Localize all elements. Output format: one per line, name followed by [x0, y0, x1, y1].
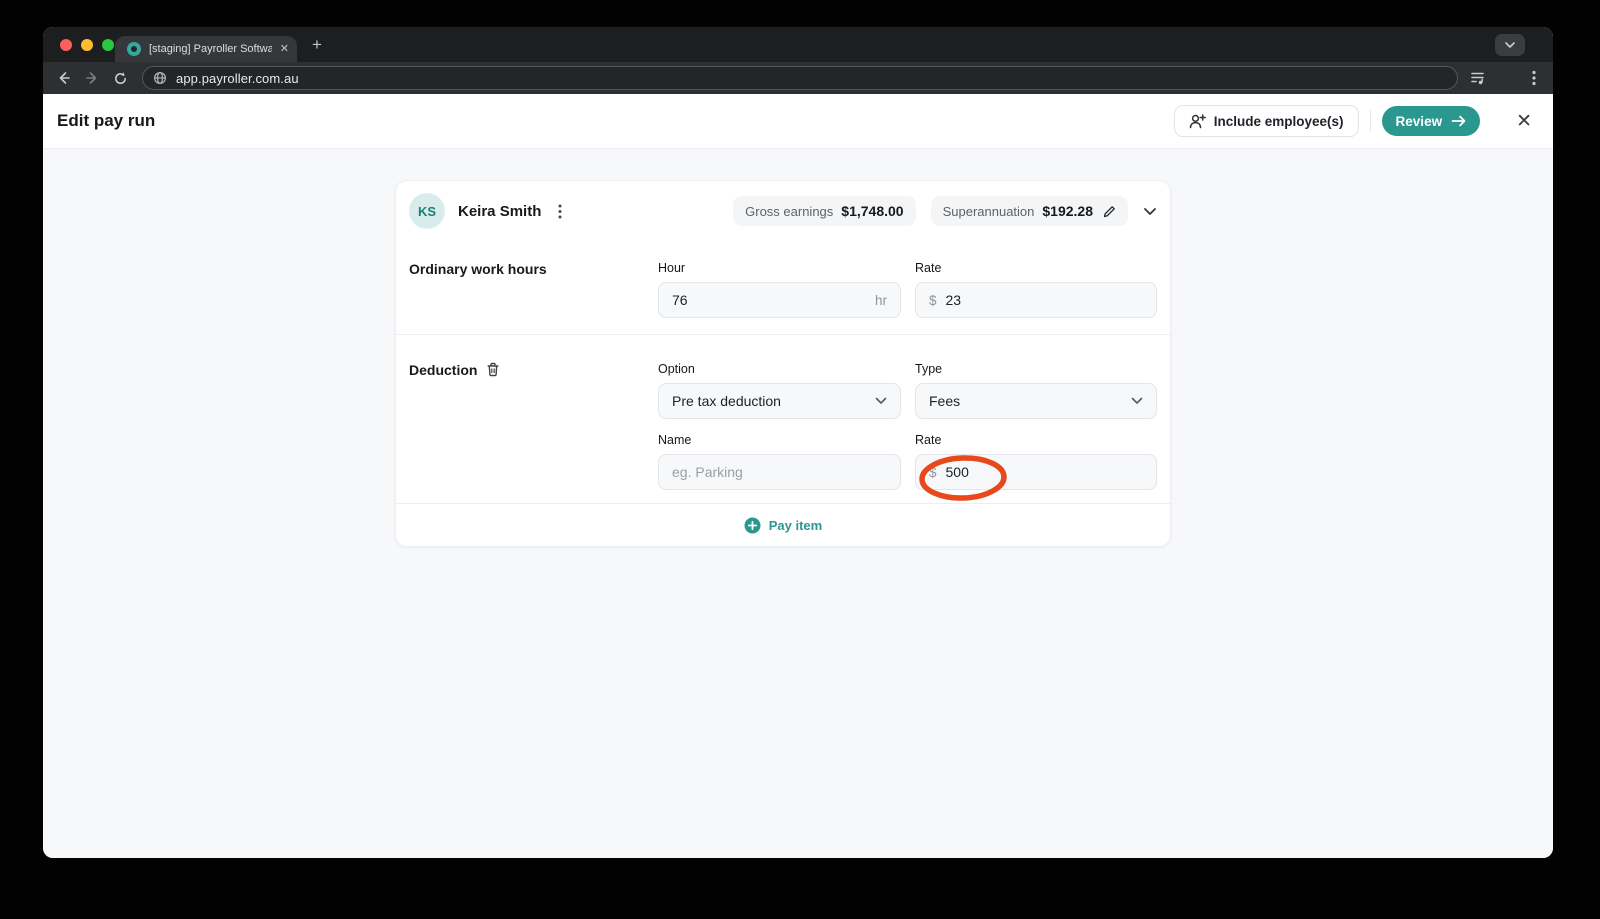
collapse-employee-button[interactable]: [1143, 207, 1157, 216]
rate-field-group: Rate $: [915, 262, 1157, 318]
minimize-window-button[interactable]: [81, 38, 93, 51]
employee-menu-button[interactable]: [551, 202, 569, 220]
payroller-favicon-icon: [127, 42, 141, 56]
header-actions: Include employee(s) Review ✕: [1173, 105, 1532, 137]
gross-earnings-value: $1,748.00: [841, 203, 904, 219]
hour-field-group: Hour hr: [658, 262, 901, 318]
ordinary-work-hours-fields: Hour hr Rate $: [658, 262, 1157, 318]
address-bar[interactable]: app.payroller.com.au: [142, 66, 1458, 90]
window-controls: [60, 27, 114, 62]
gross-earnings-label: Gross earnings: [745, 203, 834, 219]
back-button[interactable]: [52, 66, 76, 90]
kebab-menu-icon: [558, 204, 562, 218]
arrow-right-icon: [1451, 115, 1466, 127]
rate-label: Rate: [915, 261, 942, 275]
header-divider: [1369, 110, 1371, 132]
deduction-fields: Option Pre tax deduction Type Fees Name …: [658, 363, 1157, 490]
pay-item-label: Pay item: [768, 517, 823, 533]
superannuation-badge: Superannuation $192.28: [930, 196, 1128, 226]
hour-unit: hr: [874, 292, 887, 308]
section-title: Ordinary work hours: [409, 261, 547, 277]
forward-arrow-icon: [86, 72, 97, 84]
name-field-group: Name: [658, 434, 901, 490]
deduction-name-value[interactable]: [672, 464, 887, 480]
page-header: Edit pay run Include employee(s) Review …: [43, 94, 1553, 149]
add-pay-item-button[interactable]: Pay item: [396, 503, 1170, 546]
browser-tab-strip: [staging] Payroller Software We ✕ +: [43, 27, 1553, 62]
close-page-button[interactable]: ✕: [1516, 112, 1532, 131]
globe-icon: [153, 71, 167, 85]
url-text: app.payroller.com.au: [176, 70, 299, 86]
employee-card-header: KS Keira Smith Gross earnings $1,748.00 …: [396, 181, 1170, 241]
browser-tab[interactable]: [staging] Payroller Software We ✕: [115, 36, 297, 62]
reload-icon: [114, 71, 126, 84]
currency-symbol: $: [929, 464, 937, 480]
currency-symbol: $: [929, 292, 937, 308]
section-title-group: Deduction: [409, 362, 658, 490]
tab-title: [staging] Payroller Software We: [149, 43, 272, 55]
media-controls-button[interactable]: [1466, 66, 1490, 90]
page-title: Edit pay run: [57, 111, 156, 130]
pencil-icon: [1103, 205, 1115, 217]
rate-input[interactable]: $: [915, 282, 1157, 318]
chevron-down-icon: [1505, 42, 1515, 48]
deduction-rate-label: Rate: [915, 433, 942, 447]
name-label: Name: [658, 433, 692, 447]
browser-toolbar: app.payroller.com.au: [43, 62, 1553, 94]
section-title: Deduction: [409, 362, 478, 378]
type-label: Type: [915, 362, 943, 376]
include-employees-label: Include employee(s): [1213, 113, 1344, 129]
option-select[interactable]: Pre tax deduction: [658, 383, 901, 419]
trash-icon: [487, 362, 499, 377]
browser-window: [staging] Payroller Software We ✕ +: [43, 27, 1553, 858]
browser-menu-button[interactable]: [1522, 66, 1546, 90]
zoom-window-button[interactable]: [102, 38, 114, 51]
page-content: KS Keira Smith Gross earnings $1,748.00 …: [43, 149, 1553, 858]
deduction-rate-field-group: Rate $: [915, 434, 1157, 490]
tab-close-icon[interactable]: ✕: [280, 43, 289, 55]
deduction-name-input[interactable]: [658, 454, 901, 490]
type-field-group: Type Fees: [915, 363, 1157, 419]
review-label: Review: [1395, 113, 1443, 129]
deduction-rate-input[interactable]: $: [915, 454, 1157, 490]
rate-value[interactable]: [945, 292, 1143, 308]
add-person-icon: [1189, 113, 1206, 128]
media-playlist-icon: [1471, 72, 1484, 85]
employee-pay-card: KS Keira Smith Gross earnings $1,748.00 …: [395, 180, 1171, 547]
new-tab-button[interactable]: +: [305, 33, 329, 57]
option-value: Pre tax deduction: [672, 393, 781, 409]
include-employees-button[interactable]: Include employee(s): [1173, 105, 1359, 137]
ordinary-work-hours-section: Ordinary work hours Hour hr Rate $: [396, 241, 1170, 334]
close-window-button[interactable]: [60, 38, 72, 51]
avatar: KS: [409, 193, 445, 229]
chevron-down-icon: [1144, 207, 1156, 215]
back-arrow-icon: [59, 72, 70, 84]
option-label: Option: [658, 362, 695, 376]
chevron-down-icon: [875, 397, 887, 405]
review-button[interactable]: Review: [1381, 106, 1481, 136]
option-field-group: Option Pre tax deduction: [658, 363, 901, 419]
type-select[interactable]: Fees: [915, 383, 1157, 419]
forward-button[interactable]: [80, 66, 104, 90]
hour-label: Hour: [658, 261, 686, 275]
delete-deduction-button[interactable]: [486, 362, 500, 377]
type-value: Fees: [929, 393, 961, 409]
tab-search-button[interactable]: [1495, 34, 1525, 56]
hour-value[interactable]: [672, 292, 866, 308]
deduction-section: Deduction Option Pre tax deduction Type …: [396, 334, 1170, 503]
gross-earnings-badge: Gross earnings $1,748.00: [733, 196, 916, 226]
superannuation-label: Superannuation: [942, 203, 1035, 219]
deduction-rate-value[interactable]: [945, 464, 1143, 480]
kebab-menu-icon: [1532, 70, 1536, 86]
reload-button[interactable]: [108, 66, 132, 90]
hour-input[interactable]: hr: [658, 282, 901, 318]
employee-summary: Gross earnings $1,748.00 Superannuation …: [733, 196, 1157, 226]
chevron-down-icon: [1131, 397, 1143, 405]
employee-name: Keira Smith: [458, 202, 542, 220]
plus-circle-icon: [744, 517, 761, 533]
desktop: { "browser": { "tab_title": "[staging] P…: [0, 0, 1600, 919]
edit-superannuation-button[interactable]: [1103, 205, 1116, 218]
superannuation-value: $192.28: [1042, 203, 1093, 219]
section-title-group: Ordinary work hours: [409, 262, 658, 318]
